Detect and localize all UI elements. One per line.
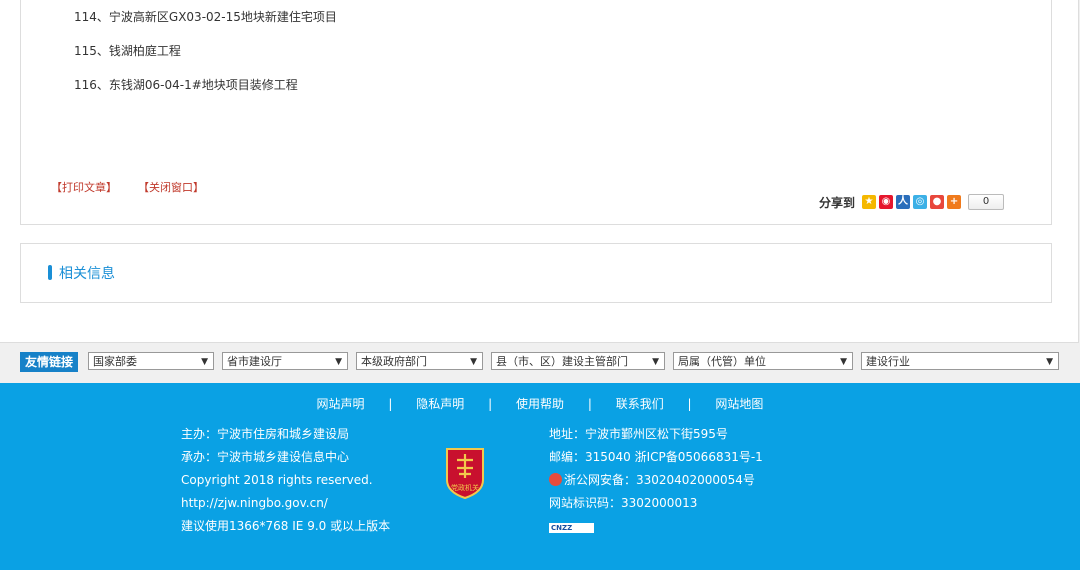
weibo-icon[interactable]: ◉: [879, 195, 894, 209]
select-ministries[interactable]: 国家部委 ▼: [88, 352, 214, 370]
select-provincial-dept[interactable]: 省市建设厅 ▼: [222, 352, 348, 370]
qzone-icon[interactable]: ★: [862, 195, 877, 209]
select-bureau-units[interactable]: 局属（代管）单位 ▼: [673, 352, 853, 370]
share-label: 分享到: [819, 195, 856, 210]
dropdown-arrow-icon: ▼: [335, 357, 342, 367]
tencent-weibo-icon[interactable]: ◎: [913, 195, 928, 209]
share-bar: 分享到 ★ ◉ 人 ◎ ● + 0: [819, 194, 1005, 210]
select-gov-departments[interactable]: 本级政府部门 ▼: [356, 352, 483, 370]
dropdown-arrow-icon: ▼: [470, 357, 477, 367]
police-badge-icon: [549, 473, 562, 486]
footer-link-contact[interactable]: 联系我们: [616, 397, 664, 411]
footer-police-record[interactable]: 浙公网安备：33020402000054号: [564, 473, 755, 487]
list-item: 116、东钱湖06-04-1#地块项目装修工程: [74, 78, 298, 92]
renren-icon[interactable]: 人: [896, 195, 911, 209]
close-window-link[interactable]: 【关闭窗口】: [138, 179, 204, 195]
footer-organizer: 承办：宁波市城乡建设信息中心: [181, 450, 350, 464]
footer-postcode-icp[interactable]: 邮编：315040 浙ICP备05066831号-1: [549, 446, 763, 469]
share-count: 0: [968, 194, 1005, 210]
footer-nav: 网站声明 | 隐私声明 | 使用帮助 | 联系我们 | 网站地图: [316, 397, 764, 411]
friendly-links-bar: 友情链接 国家部委 ▼ 省市建设厅 ▼ 本级政府部门 ▼ 县（市、区）建设主管部门 ▼ …: [0, 350, 1080, 376]
footer-link-statement[interactable]: 网站声明: [317, 397, 365, 411]
friendly-links-label: 友情链接: [20, 352, 78, 372]
print-article-link[interactable]: 【打印文章】: [51, 179, 117, 195]
footer-link-help[interactable]: 使用帮助: [516, 397, 564, 411]
content-panel: 114、宁波高新区GX03-02-15地块新建住宅项目 115、钱湖柏庭工程 1…: [0, 0, 1079, 343]
badge-label: 党政机关: [451, 483, 479, 492]
dropdown-arrow-icon: ▼: [840, 357, 847, 367]
select-industry[interactable]: 建设行业 ▼: [861, 352, 1059, 370]
footer-address: 地址：宁波市鄞州区松下街595号: [549, 427, 728, 441]
list-item: 115、钱湖柏庭工程: [74, 44, 181, 58]
more-icon[interactable]: +: [947, 195, 962, 209]
related-info-panel: 相关信息: [20, 243, 1052, 303]
footer-link-sitemap[interactable]: 网站地图: [715, 397, 763, 411]
article-box: 114、宁波高新区GX03-02-15地块新建住宅项目 115、钱湖柏庭工程 1…: [20, 0, 1052, 225]
related-info-title: 相关信息: [59, 266, 115, 282]
footer-site-id: 网站标识码：3302000013: [549, 496, 698, 510]
select-county-dept[interactable]: 县（市、区）建设主管部门 ▼: [491, 352, 665, 370]
footer-copyright: Copyright 2018 rights reserved.: [181, 473, 373, 487]
footer-url: http://zjw.ningbo.gov.cn/: [181, 496, 328, 510]
list-item: 114、宁波高新区GX03-02-15地块新建住宅项目: [74, 10, 337, 24]
footer-browser-tip: 建议使用1366*768 IE 9.0 或以上版本: [181, 519, 391, 533]
cnzz-stats-icon[interactable]: CNZZ: [549, 523, 594, 533]
footer-sponsor: 主办：宁波市住房和城乡建设局: [181, 427, 350, 441]
footer-info-left: 主办：宁波市住房和城乡建设局 承办：宁波市城乡建设信息中心 Copyright …: [181, 423, 390, 538]
footer-info-right: 地址：宁波市鄞州区松下街595号 邮编：315040 浙ICP备05066831…: [549, 423, 763, 538]
section-marker-icon: [48, 265, 52, 280]
baidu-icon[interactable]: ●: [930, 195, 945, 209]
footer: 网站声明 | 隐私声明 | 使用帮助 | 联系我们 | 网站地图 主办：宁波市住…: [0, 383, 1080, 570]
party-gov-badge-icon[interactable]: 党政机关: [443, 446, 487, 500]
footer-link-privacy[interactable]: 隐私声明: [416, 397, 464, 411]
dropdown-arrow-icon: ▼: [1046, 357, 1053, 367]
dropdown-arrow-icon: ▼: [652, 357, 659, 367]
dropdown-arrow-icon: ▼: [201, 357, 208, 367]
